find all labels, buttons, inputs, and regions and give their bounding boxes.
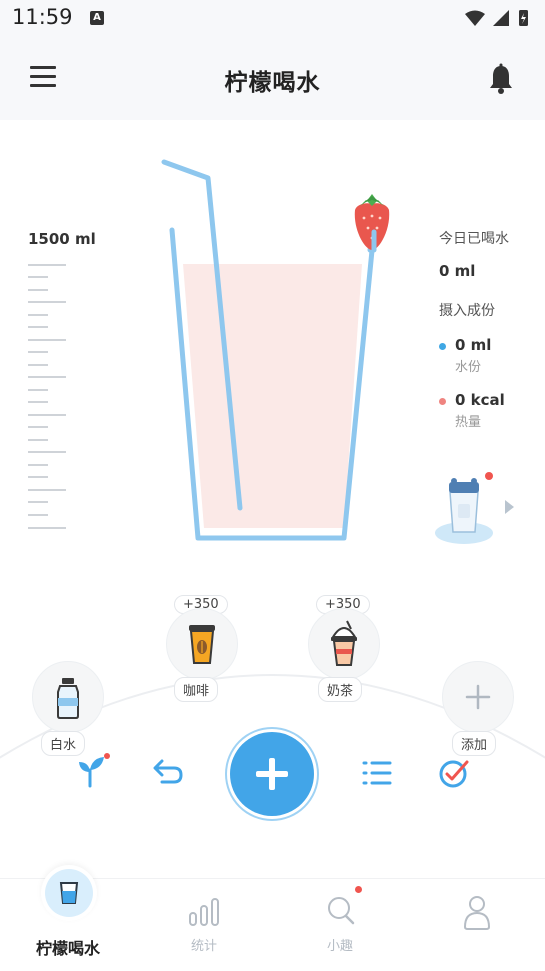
status-time: 11:59 [12, 5, 73, 29]
drink-milktea-button[interactable] [308, 608, 380, 680]
sprout-icon[interactable] [76, 752, 112, 790]
next-arrow-icon[interactable] [505, 500, 514, 514]
drink-water-button[interactable] [32, 661, 104, 733]
drink-coffee-button[interactable] [166, 608, 238, 680]
today-value: 0 ml [439, 262, 476, 280]
search-icon [328, 897, 355, 925]
drink-milktea-label: 奶茶 [318, 677, 363, 702]
nav-stats[interactable]: 统计 [136, 879, 272, 971]
today-title: 今日已喝水 [439, 231, 509, 247]
nav-home-label: 柠檬喝水 [35, 939, 100, 958]
drink-coffee-label: 咖啡 [174, 677, 219, 702]
notify-dot [485, 472, 493, 480]
notify-dot [104, 753, 110, 759]
notification-a-icon: A [90, 11, 104, 25]
calorie-stat: 0 kcal 热量 [439, 391, 545, 430]
coffee-icon [189, 625, 215, 664]
nav-stats-label: 统计 [190, 939, 217, 954]
undo-icon[interactable] [152, 758, 184, 786]
milk-tea-icon [331, 620, 357, 666]
nav-fun[interactable]: 小趣 [272, 879, 408, 971]
water-label: 水份 [455, 360, 482, 375]
drink-add-label: 添加 [452, 731, 497, 756]
goal-label: 1500 ml [28, 230, 96, 248]
bell-icon[interactable] [486, 63, 516, 95]
glass-fill [183, 264, 362, 528]
wifi-icon [465, 10, 485, 26]
notify-dot [355, 886, 362, 893]
water-dot [439, 343, 446, 350]
glass-icon [59, 882, 79, 904]
calorie-dot [439, 398, 446, 405]
system-icons [465, 10, 528, 26]
intake-title: 摄入成份 [439, 303, 495, 319]
check-icon[interactable] [438, 757, 470, 789]
today-panel: 今日已喝水 0 ml 摄入成份 0 ml 水份 0 kcal 热量 [439, 228, 545, 430]
signal-icon [493, 10, 509, 26]
water-value: 0 ml [455, 336, 492, 354]
calorie-value: 0 kcal [455, 391, 505, 409]
bottom-nav: 柠檬喝水 统计 小趣 [0, 865, 545, 971]
nav-home[interactable]: 柠檬喝水 [0, 865, 136, 971]
chart-icon [189, 898, 219, 926]
page-title: 柠檬喝水 [224, 70, 321, 96]
calorie-label: 热量 [455, 415, 482, 430]
add-drink-button[interactable] [230, 732, 314, 816]
nav-home-bubble [41, 865, 97, 921]
glass-illustration [161, 159, 390, 541]
user-icon [463, 896, 491, 930]
water-stat: 0 ml 水份 [439, 336, 545, 375]
bottle-icon [57, 678, 79, 719]
cup-widget-icon[interactable] [434, 470, 498, 548]
list-icon[interactable] [362, 760, 392, 786]
nav-profile[interactable] [408, 879, 544, 971]
volume-ruler [28, 264, 66, 529]
drink-add-button[interactable] [442, 661, 514, 733]
plus-icon [465, 684, 491, 710]
nav-fun-label: 小趣 [326, 939, 353, 954]
